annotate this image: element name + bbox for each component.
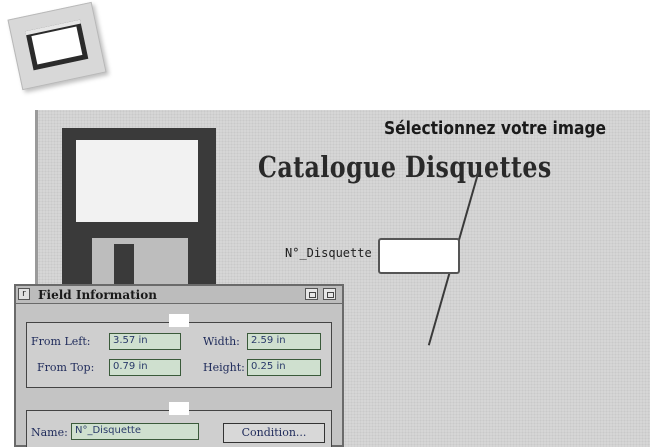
floppy-label-area	[76, 140, 198, 222]
name-label: Name:	[31, 426, 68, 439]
window-zoom-icon[interactable]	[305, 288, 318, 300]
position-group-heading: ​	[169, 314, 189, 327]
image-frame-icon[interactable]	[7, 1, 107, 91]
image-frame-inner	[25, 19, 89, 71]
height-field[interactable]: 0.25 in	[247, 359, 321, 376]
window-shrink-icon[interactable]	[323, 288, 336, 300]
field-label-disquette: N°_Disquette	[285, 246, 372, 260]
window-title: Field Information	[38, 288, 157, 302]
position-group: ​ From Left: 3.57 in Width: 2.59 in From…	[26, 314, 332, 388]
settings-group: ​ Name: N°_Disquette Condition...	[26, 402, 332, 447]
width-field[interactable]: 2.59 in	[247, 333, 321, 350]
height-label: Height:	[203, 361, 245, 374]
name-field[interactable]: N°_Disquette	[71, 423, 199, 440]
from-top-label: From Top:	[37, 361, 95, 374]
width-label: Width:	[203, 335, 240, 348]
field-information-window: r Field Information ​ From Left: 3.57 in…	[14, 284, 344, 447]
window-titlebar[interactable]: r Field Information	[16, 286, 342, 304]
close-icon[interactable]: r	[18, 288, 30, 300]
from-top-field[interactable]: 0.79 in	[109, 359, 181, 376]
settings-group-heading: ​	[169, 402, 189, 415]
floppy-disk-icon[interactable]	[62, 128, 216, 298]
annotation-text: Sélectionnez votre image	[384, 118, 607, 139]
from-left-label: From Left:	[31, 335, 91, 348]
catalog-title: Catalogue Disquettes	[258, 150, 552, 184]
condition-button[interactable]: Condition...	[223, 423, 325, 443]
from-left-field[interactable]: 3.57 in	[109, 333, 181, 350]
field-disquette-input[interactable]	[378, 238, 460, 274]
